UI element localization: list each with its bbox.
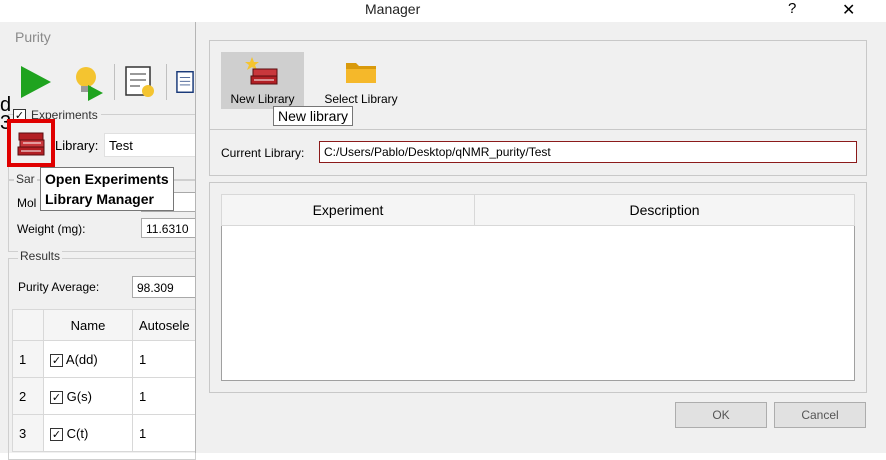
library-manager-tooltip: Open Experiments Library Manager bbox=[40, 167, 174, 211]
results-label: Results bbox=[18, 249, 63, 263]
new-library-tooltip: New library bbox=[273, 106, 354, 126]
current-library-panel: Current Library: C:/Users/Pablo/Desktop/… bbox=[209, 129, 867, 176]
new-library-icon bbox=[245, 57, 278, 85]
column-header-description[interactable]: Description bbox=[474, 194, 855, 226]
checklist-icon bbox=[125, 66, 154, 97]
play-icon bbox=[21, 66, 51, 98]
row-name: C(t) bbox=[66, 425, 89, 441]
row-name: G(s) bbox=[66, 388, 92, 404]
row-header-corner bbox=[12, 309, 44, 341]
select-library-button[interactable]: Select Library bbox=[318, 52, 404, 109]
current-library-label: Current Library: bbox=[221, 146, 305, 160]
manager-title: Manager bbox=[365, 1, 421, 17]
library-table-panel: Experiment Description bbox=[209, 182, 867, 393]
row-checkbox[interactable]: ✓ bbox=[50, 390, 63, 404]
weight-label: Weight (mg): bbox=[17, 222, 86, 236]
toolbar-separator bbox=[166, 64, 167, 100]
purity-window-title: Purity bbox=[15, 29, 51, 45]
document-icon bbox=[176, 71, 194, 93]
results-table: Name Autosele 1 ✓ A(dd) 1 2 ✓ G(s) 1 3 ✓… bbox=[12, 309, 198, 452]
lightbulb-play-icon bbox=[76, 67, 103, 101]
row-checkbox[interactable]: ✓ bbox=[50, 353, 63, 367]
current-library-field[interactable]: C:/Users/Pablo/Desktop/qNMR_purity/Test bbox=[319, 141, 857, 163]
row-name: A(dd) bbox=[65, 351, 98, 367]
ok-button[interactable]: OK bbox=[675, 402, 767, 428]
purity-window: Purity ✓ Experiments Library: Test Sar M… bbox=[0, 22, 198, 460]
help-button[interactable]: ? bbox=[788, 0, 796, 17]
cancel-button[interactable]: Cancel bbox=[774, 402, 866, 428]
row-index: 1 bbox=[12, 340, 44, 378]
manager-dialog: New Library Select Library New library C… bbox=[195, 22, 886, 453]
run-button[interactable] bbox=[14, 62, 56, 102]
row-index: 2 bbox=[12, 377, 44, 415]
row-autoselect[interactable]: 1 bbox=[132, 377, 198, 415]
mol-label: Mol bbox=[17, 196, 37, 210]
select-library-label: Select Library bbox=[324, 92, 398, 106]
close-button[interactable]: ✕ bbox=[842, 0, 855, 20]
open-library-manager-button[interactable] bbox=[7, 119, 55, 167]
row-checkbox[interactable]: ✓ bbox=[50, 427, 63, 441]
table-row[interactable]: 1 ✓ A(dd) 1 bbox=[12, 340, 198, 378]
table-row[interactable]: 2 ✓ G(s) 1 bbox=[12, 377, 198, 415]
empty-table-body bbox=[222, 226, 855, 381]
row-index: 3 bbox=[12, 414, 44, 452]
checklist-button[interactable] bbox=[122, 62, 158, 102]
document-button[interactable] bbox=[174, 62, 196, 102]
library-field[interactable]: Test bbox=[104, 133, 196, 157]
weight-field[interactable]: 11.6310 bbox=[141, 218, 196, 238]
new-library-label: New Library bbox=[230, 92, 295, 106]
column-header-name[interactable]: Name bbox=[43, 309, 133, 341]
sample-group-label: Sar bbox=[14, 172, 37, 186]
manager-toolbar: New Library Select Library bbox=[209, 40, 867, 142]
column-header-experiment[interactable]: Experiment bbox=[221, 194, 475, 226]
row-autoselect[interactable]: 1 bbox=[132, 414, 198, 452]
books-icon bbox=[17, 132, 45, 156]
new-library-button[interactable]: New Library bbox=[221, 52, 304, 109]
column-header-autoselect[interactable]: Autosele bbox=[132, 309, 198, 341]
purity-average-field[interactable]: 98.309 bbox=[132, 276, 196, 298]
purity-average-label: Purity Average: bbox=[18, 280, 100, 294]
library-table: Experiment Description bbox=[221, 194, 855, 381]
toolbar-separator bbox=[114, 64, 115, 100]
folder-icon bbox=[346, 63, 376, 83]
library-label: Library: bbox=[55, 138, 99, 153]
hint-button[interactable] bbox=[68, 62, 108, 102]
table-row[interactable]: 3 ✓ C(t) 1 bbox=[12, 414, 198, 452]
row-autoselect[interactable]: 1 bbox=[132, 340, 198, 378]
